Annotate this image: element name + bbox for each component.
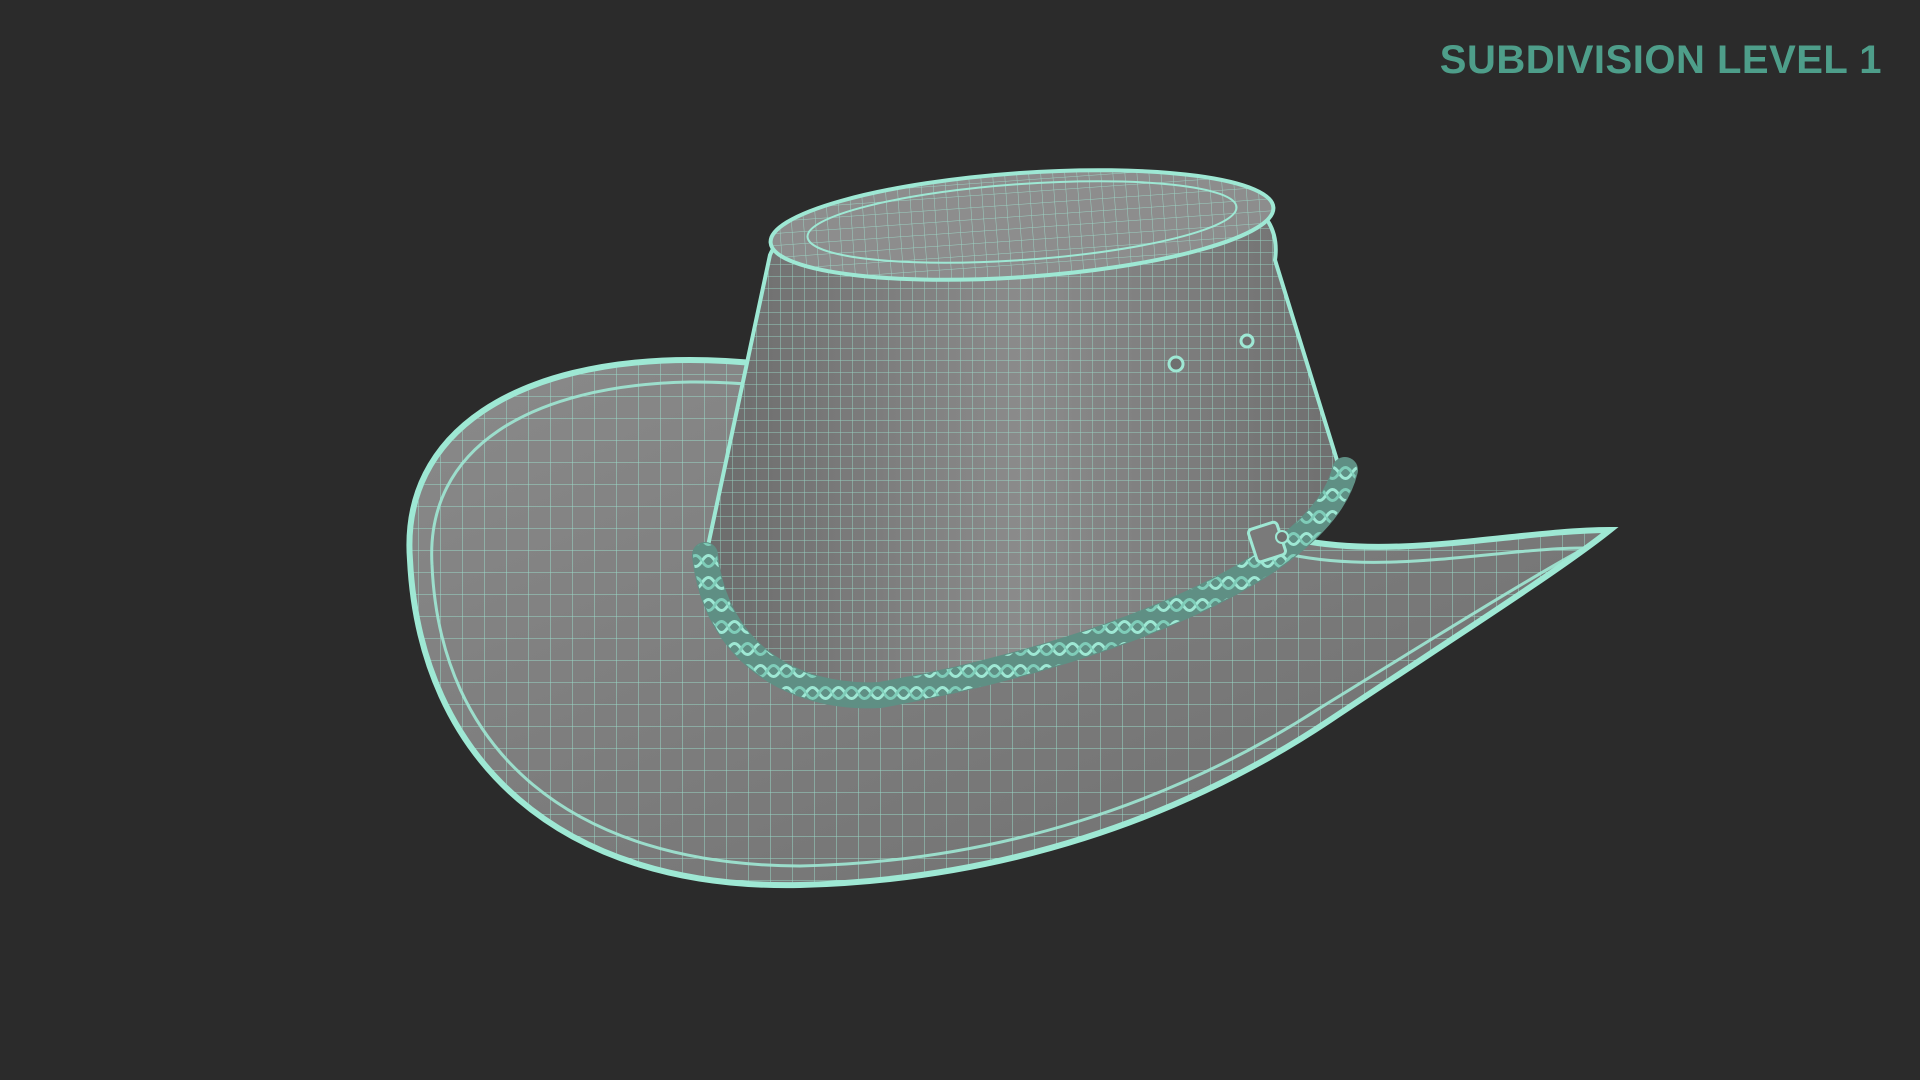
3d-viewport[interactable]: SUBDIVISION LEVEL 1 <box>0 0 1920 1080</box>
eyelet-icon <box>1167 355 1185 373</box>
hat-wireframe-render <box>406 168 1619 889</box>
subdivision-level-label: SUBDIVISION LEVEL 1 <box>1439 38 1882 82</box>
eyelet-icon <box>1239 333 1255 349</box>
